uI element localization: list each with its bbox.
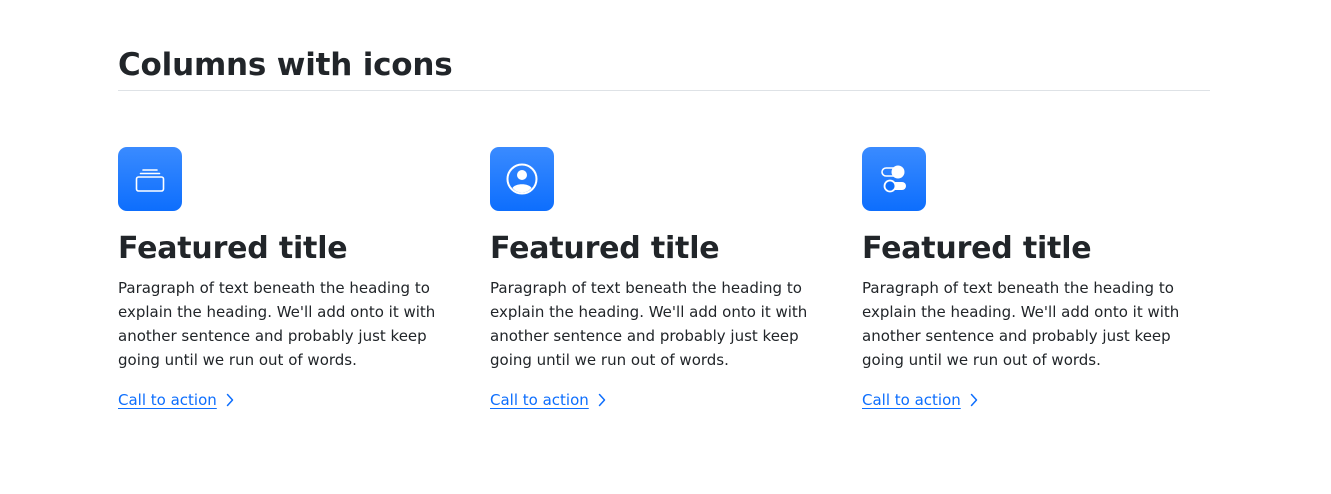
feature-column: Featured title Paragraph of text beneath…: [118, 147, 470, 412]
feature-icon-box: [490, 147, 554, 211]
section-title: Columns with icons: [118, 47, 453, 83]
feature-column: Featured title Paragraph of text beneath…: [862, 147, 1214, 412]
call-to-action-link[interactable]: Call to action: [490, 388, 606, 412]
feature-icon-box: [862, 147, 926, 211]
feature-text: Paragraph of text beneath the heading to…: [118, 279, 436, 369]
feature-title: Featured title: [862, 231, 1092, 266]
feature-title: Featured title: [490, 231, 720, 266]
cta-label: Call to action: [862, 391, 961, 409]
chevron-right-icon: [598, 393, 606, 407]
call-to-action-link[interactable]: Call to action: [118, 388, 234, 412]
feature-text: Paragraph of text beneath the heading to…: [862, 279, 1180, 369]
collection-icon: [135, 169, 165, 192]
cta-label: Call to action: [490, 391, 589, 409]
toggles-icon: [881, 165, 906, 193]
call-to-action-link[interactable]: Call to action: [862, 388, 978, 412]
feature-text: Paragraph of text beneath the heading to…: [490, 279, 808, 369]
chevron-right-icon: [970, 393, 978, 407]
feature-title: Featured title: [118, 231, 348, 266]
feature-icon-box: [118, 147, 182, 211]
cta-label: Call to action: [118, 391, 217, 409]
chevron-right-icon: [226, 393, 234, 407]
person-circle-icon: [506, 163, 538, 195]
section-divider: [118, 90, 1210, 91]
feature-column: Featured title Paragraph of text beneath…: [490, 147, 842, 412]
